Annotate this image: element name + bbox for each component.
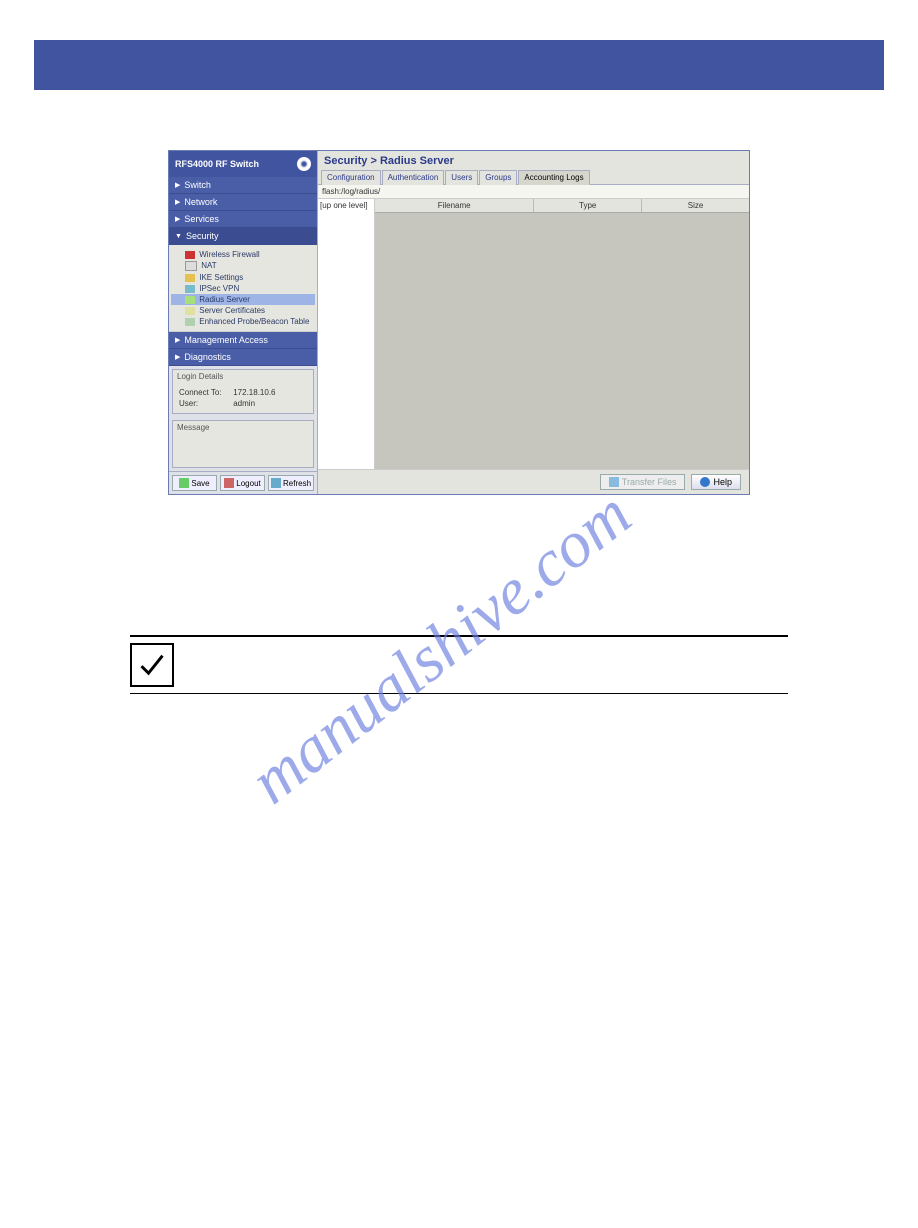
user-label: User:: [179, 399, 231, 408]
tree-nat[interactable]: NAT: [171, 260, 315, 272]
nav-label: Switch: [184, 180, 211, 190]
nav-label: Security: [186, 231, 219, 241]
caret-right-icon: ▶: [175, 198, 180, 206]
table-icon: [185, 318, 195, 326]
connect-to-value: 172.18.10.6: [233, 388, 275, 397]
nav-management-access[interactable]: ▶ Management Access: [169, 332, 317, 349]
transfer-label: Transfer Files: [622, 477, 677, 487]
tab-accounting-logs[interactable]: Accounting Logs: [518, 170, 589, 185]
sidebar: RFS4000 RF Switch ▶ Switch ▶ Network ▶ S…: [169, 151, 318, 494]
breadcrumb: Security > Radius Server: [318, 151, 749, 169]
motorola-logo-icon: [297, 157, 311, 171]
tab-bar: Configuration Authentication Users Group…: [318, 169, 749, 185]
nav-label: Management Access: [184, 335, 268, 345]
certificate-icon: [185, 307, 195, 315]
vpn-icon: [185, 285, 195, 293]
caret-right-icon: ▶: [175, 336, 180, 344]
tab-groups[interactable]: Groups: [479, 170, 517, 185]
transfer-files-button[interactable]: Transfer Files: [600, 474, 686, 490]
folder-pane: [up one level]: [318, 199, 375, 469]
tab-users[interactable]: Users: [445, 170, 478, 185]
save-button[interactable]: Save: [172, 475, 217, 491]
nav-label: Services: [184, 214, 219, 224]
refresh-icon: [271, 478, 281, 488]
note-separator-bottom: [130, 693, 788, 694]
tree-label: Server Certificates: [199, 306, 265, 315]
caret-right-icon: ▶: [175, 215, 180, 223]
help-label: Help: [713, 477, 732, 487]
app-window: RFS4000 RF Switch ▶ Switch ▶ Network ▶ S…: [168, 150, 750, 495]
message-title: Message: [173, 421, 313, 434]
tree-wireless-firewall[interactable]: Wireless Firewall: [171, 249, 315, 260]
page-header-bar: [34, 40, 884, 90]
logout-icon: [224, 478, 234, 488]
tree-label: Wireless Firewall: [199, 250, 259, 259]
nav-diagnostics[interactable]: ▶ Diagnostics: [169, 349, 317, 366]
tree-label: IPSec VPN: [199, 284, 239, 293]
nav-label: Diagnostics: [184, 352, 231, 362]
tree-label: Radius Server: [199, 295, 250, 304]
path-bar: flash:/log/radius/: [318, 185, 749, 199]
logout-button[interactable]: Logout: [220, 475, 265, 491]
main-footer: Transfer Files Help: [318, 469, 749, 494]
col-type[interactable]: Type: [534, 199, 642, 212]
connect-to-label: Connect To:: [179, 388, 231, 397]
message-panel: Message: [172, 420, 314, 468]
tree-beacon-table[interactable]: Enhanced Probe/Beacon Table: [171, 316, 315, 327]
caret-right-icon: ▶: [175, 353, 180, 361]
tree-ipsec[interactable]: IPSec VPN: [171, 283, 315, 294]
caret-right-icon: ▶: [175, 181, 180, 189]
ike-icon: [185, 274, 195, 282]
tree-ike[interactable]: IKE Settings: [171, 272, 315, 283]
help-button[interactable]: Help: [691, 474, 741, 490]
login-details-panel: Login Details Connect To: 172.18.10.6 Us…: [172, 369, 314, 414]
refresh-button[interactable]: Refresh: [268, 475, 314, 491]
firewall-icon: [185, 251, 195, 259]
radius-icon: [185, 296, 195, 304]
tab-configuration[interactable]: Configuration: [321, 170, 381, 185]
file-browser: [up one level] Filename Type Size: [318, 199, 749, 469]
save-label: Save: [191, 479, 209, 488]
refresh-label: Refresh: [283, 479, 311, 488]
save-icon: [179, 478, 189, 488]
sidebar-footer: Save Logout Refresh: [169, 471, 317, 494]
login-details-title: Login Details: [173, 370, 313, 383]
nav-security[interactable]: ▼ Security: [169, 228, 317, 245]
col-filename[interactable]: Filename: [375, 199, 534, 212]
col-size[interactable]: Size: [642, 199, 749, 212]
download-icon: [609, 477, 619, 487]
main-area: Security > Radius Server Configuration A…: [318, 151, 749, 494]
checkmark-box: [130, 643, 174, 687]
brand-bar: RFS4000 RF Switch: [169, 151, 317, 177]
tab-authentication[interactable]: Authentication: [382, 170, 445, 185]
tree-server-certificates[interactable]: Server Certificates: [171, 305, 315, 316]
tree-radius-server[interactable]: Radius Server: [171, 294, 315, 305]
tree-label: NAT: [201, 261, 216, 270]
nat-icon: [185, 261, 197, 271]
tree-label: Enhanced Probe/Beacon Table: [199, 317, 309, 326]
nav-services[interactable]: ▶ Services: [169, 211, 317, 228]
tree-label: IKE Settings: [199, 273, 243, 282]
note-row: [130, 643, 788, 687]
checkmark-icon: [138, 651, 166, 679]
table-header-row: Filename Type Size: [375, 199, 749, 213]
note-separator-top: [130, 635, 788, 637]
logout-label: Logout: [236, 479, 260, 488]
brand-text: RFS4000 RF Switch: [175, 159, 259, 169]
user-value: admin: [233, 399, 255, 408]
nav-label: Network: [184, 197, 217, 207]
help-icon: [700, 477, 710, 487]
up-one-level[interactable]: [up one level]: [318, 199, 374, 213]
caret-down-icon: ▼: [175, 233, 182, 240]
nav-network[interactable]: ▶ Network: [169, 194, 317, 211]
file-table: Filename Type Size: [375, 199, 749, 469]
security-tree: Wireless Firewall NAT IKE Settings IPSec…: [169, 245, 317, 332]
nav-switch[interactable]: ▶ Switch: [169, 177, 317, 194]
